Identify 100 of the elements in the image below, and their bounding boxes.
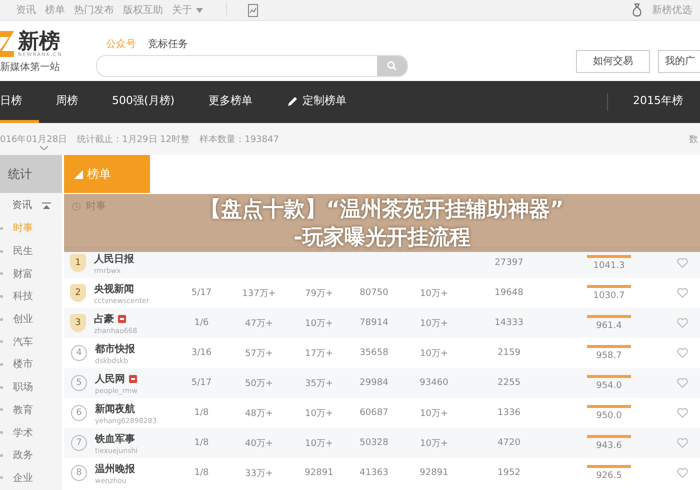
top-menu[interactable]: 关于: [172, 3, 203, 17]
table-cell-text: 57万+: [244, 348, 274, 360]
table-cell-text: 10万+: [419, 288, 449, 300]
account-name[interactable]: 人民日报: [94, 252, 134, 266]
index-bar: [587, 315, 631, 318]
logo-icon: [0, 28, 14, 58]
account-name[interactable]: 都市快报: [95, 342, 135, 356]
heart-icon: [676, 408, 688, 418]
account-name[interactable]: 占豪: [94, 312, 114, 326]
table-cell-text: 92891: [304, 468, 334, 478]
collapse-icon: [42, 202, 51, 208]
nav-tab[interactable]: 周榜: [39, 81, 95, 123]
panel-tab[interactable]: 榜单: [64, 155, 150, 193]
nav-tab[interactable]: 更多榜单: [192, 81, 270, 123]
table-cell-text: 29984: [358, 378, 390, 388]
category-item[interactable]: 职场: [0, 376, 62, 398]
favorite-button[interactable]: [676, 468, 688, 478]
caret-down-icon: [40, 146, 48, 150]
favorite-button[interactable]: [676, 348, 688, 358]
search-tab[interactable]: 竞标任务: [148, 37, 188, 51]
account-name[interactable]: 央视新闻: [94, 282, 134, 296]
category-item[interactable]: 汽车: [0, 330, 62, 354]
table-cell-text: 10万+: [419, 348, 449, 360]
index-value: 958.7: [596, 351, 622, 361]
search-tab[interactable]: 公众号: [106, 37, 136, 51]
category-item[interactable]: 楼市: [0, 353, 62, 376]
table-cell-text: 5/17: [190, 288, 213, 298]
category-item[interactable]: 创业: [0, 308, 62, 330]
table-cell-text: 10万+: [304, 438, 334, 450]
table-cell-text: 1336: [496, 408, 522, 418]
table-cell-text: 35万+: [304, 378, 334, 390]
date-picker[interactable]: 016年01月28日: [0, 132, 68, 146]
top-link[interactable]: 热门发布: [74, 3, 114, 17]
rank-number: 6: [71, 405, 87, 421]
index-bar: [587, 375, 631, 378]
favorite-button[interactable]: [676, 438, 688, 448]
info-text: 数: [689, 134, 698, 146]
search-field[interactable]: [96, 55, 408, 77]
heart-icon: [676, 258, 688, 268]
account-name[interactable]: 温州晚报: [95, 462, 135, 476]
index-value: 1030.7: [593, 291, 625, 301]
category-item[interactable]: 财富: [0, 262, 62, 286]
rank-number: 8: [71, 465, 87, 481]
top-link[interactable]: 榜单: [45, 3, 65, 17]
favorite-button[interactable]: [676, 318, 688, 328]
sample-text: 样本数量：193847: [200, 134, 279, 146]
table-cell-text: 27397: [494, 258, 524, 268]
table-cell-text: 1952: [496, 468, 522, 478]
header-button[interactable]: 如何交易: [576, 50, 650, 72]
panel-tab[interactable]: 统计: [0, 155, 62, 193]
category-item[interactable]: 教育: [0, 398, 62, 422]
category-item[interactable]: 政务: [0, 444, 62, 467]
table-cell-text: 50328: [358, 438, 390, 448]
header-button[interactable]: 我的广: [658, 50, 700, 72]
logo-slogan: 新媒体第一站: [0, 60, 61, 74]
heart-icon: [676, 348, 688, 358]
nav-tab[interactable]: 500强(月榜): [95, 81, 192, 123]
table-cell-text: 10万+: [419, 438, 449, 450]
nav-tab[interactable]: 定制榜单: [270, 81, 364, 123]
table-cell-text: 48万+: [244, 408, 274, 420]
nav-tab[interactable]: 2015年榜: [616, 81, 700, 123]
index-bar: [587, 345, 631, 348]
headline-text: -玩家曝光开挂流程: [294, 224, 470, 251]
table-cell-text: 41363: [358, 468, 390, 478]
table-cell-text: 78914: [358, 318, 390, 328]
category-item[interactable]: 科技: [0, 285, 62, 308]
table-cell-text: 93460: [418, 378, 450, 388]
rank-number: 7: [71, 435, 87, 451]
index-value: 950.0: [596, 411, 622, 421]
table-cell-text: 10万+: [304, 318, 334, 330]
index-value: 1041.3: [593, 261, 625, 271]
search-button[interactable]: [377, 56, 407, 76]
favorite-button[interactable]: [676, 258, 688, 268]
favorite-button[interactable]: [676, 378, 688, 388]
favorite-button[interactable]: [676, 408, 688, 418]
table-cell-text: 2159: [496, 348, 522, 358]
heart-icon: [676, 318, 688, 328]
category-item[interactable]: 学术: [0, 421, 62, 444]
table-cell-text: 10万+: [419, 408, 449, 420]
table-cell-text: 5/17: [190, 378, 213, 388]
category-header[interactable]: 资讯: [0, 193, 62, 217]
category-item[interactable]: 民生: [0, 240, 62, 262]
account-name[interactable]: 新闻夜航: [95, 402, 135, 416]
top-link[interactable]: 新榜优选: [652, 3, 692, 17]
index-value: 954.0: [596, 381, 622, 391]
table-cell-text: 4720: [496, 438, 522, 448]
top-link[interactable]: 资讯: [16, 3, 36, 17]
table-cell-text: 35658: [358, 348, 390, 358]
account-name[interactable]: 铁血军事: [95, 432, 135, 446]
table-cell-text: 33万+: [244, 468, 274, 480]
top-link[interactable]: 版权互助: [123, 3, 163, 17]
table-cell-text: 17万+: [304, 348, 334, 360]
category-item[interactable]: 企业: [0, 466, 62, 490]
account-name[interactable]: 人民网: [95, 372, 125, 386]
favorite-button[interactable]: [676, 288, 688, 298]
index-value: 943.6: [596, 441, 622, 451]
table-cell-text: 1/8: [193, 408, 210, 418]
cutoff-text: 统计截止：1月29日 12时整: [77, 134, 190, 146]
money-bag-icon: [631, 3, 643, 17]
table-cell-text: 14333: [494, 318, 524, 328]
